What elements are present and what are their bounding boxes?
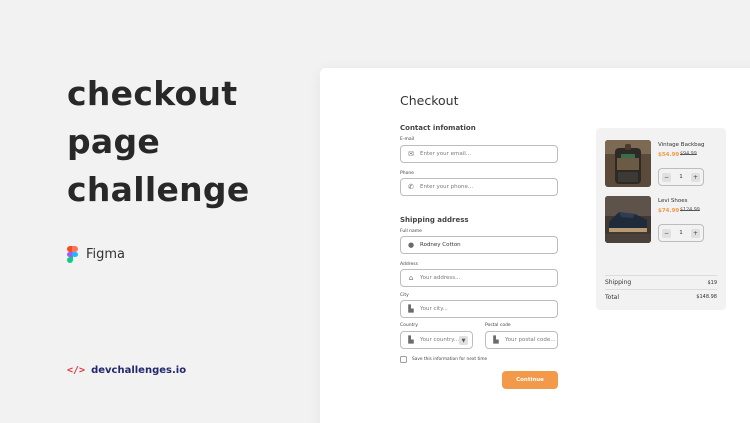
fullname-label: Full name	[400, 229, 422, 234]
address-placeholder: Your address...	[420, 275, 461, 281]
cart-summary: Vintage Backbag $54.99 $94.99 − 1 + Levi…	[596, 128, 726, 310]
phone-icon: ✆	[408, 183, 414, 191]
save-info-label: Save this information for next time	[412, 357, 488, 362]
phone-placeholder: Enter your phone...	[420, 184, 474, 190]
home-icon: ⌂	[408, 274, 414, 282]
address-label: Address	[400, 262, 418, 267]
email-placeholder: Enter your email...	[420, 151, 472, 157]
decrease-button[interactable]: −	[662, 228, 671, 238]
shipping-label: Shipping	[605, 279, 632, 286]
quantity-stepper: − 1 +	[658, 224, 704, 242]
quantity-value: 1	[679, 230, 683, 236]
cart-item: Levi Shoes $74.99 $124.99 − 1 +	[605, 196, 720, 244]
code-icon: </>	[67, 365, 86, 376]
cart-item: Vintage Backbag $54.99 $94.99 − 1 +	[605, 140, 720, 188]
postal-icon: ▙	[493, 336, 499, 344]
phone-field[interactable]: ✆ Enter your phone...	[400, 178, 558, 196]
item-old-price: $94.99	[680, 152, 697, 157]
fullname-field[interactable]: ● Rodney Cotton	[400, 236, 558, 254]
site-label: devchallenges.io	[91, 365, 187, 376]
checkout-card: Checkout Contact infomation E-mail ✉ Ent…	[320, 68, 750, 423]
divider	[605, 275, 717, 276]
postal-field[interactable]: ▙ Your postal code...	[485, 331, 558, 349]
shipping-section-title: Shipping address	[400, 216, 469, 224]
decrease-button[interactable]: −	[662, 172, 671, 182]
promo-title: checkout page challenge	[67, 70, 250, 214]
figma-logo-icon	[67, 246, 78, 263]
continue-button[interactable]: Continue	[502, 371, 558, 389]
city-placeholder: Your city...	[420, 306, 448, 312]
fullname-value: Rodney Cotton	[420, 242, 461, 248]
quantity-value: 1	[679, 174, 683, 180]
backpack-image	[605, 140, 651, 187]
shoes-image	[605, 196, 651, 243]
mail-icon: ✉	[408, 150, 414, 158]
divider	[605, 289, 717, 290]
total-label: Total	[605, 294, 620, 301]
shipping-value: $19	[707, 280, 717, 286]
country-label: Country	[400, 323, 418, 328]
promo-title-line: page	[67, 122, 161, 161]
tool-row: Figma	[67, 246, 126, 263]
item-price: $54.99	[658, 152, 680, 158]
contact-section-title: Contact infomation	[400, 124, 476, 132]
item-name: Vintage Backbag	[658, 142, 705, 148]
increase-button[interactable]: +	[691, 172, 700, 182]
save-info-row[interactable]: Save this information for next time	[400, 356, 487, 363]
page-title: Checkout	[400, 93, 459, 108]
promo-title-line: challenge	[67, 170, 250, 209]
city-icon: ▙	[408, 305, 414, 313]
quantity-stepper: − 1 +	[658, 168, 704, 186]
total-value: $148.98	[696, 294, 717, 300]
chevron-down-icon[interactable]: ▼	[459, 336, 468, 345]
postal-placeholder: Your postal code...	[505, 337, 556, 343]
increase-button[interactable]: +	[691, 228, 700, 238]
country-select[interactable]: ▙ Your country... ▼	[400, 331, 473, 349]
devchallenges-link[interactable]: </> devchallenges.io	[67, 365, 186, 376]
country-placeholder: Your country...	[420, 337, 459, 343]
phone-label: Phone	[400, 171, 414, 176]
item-name: Levi Shoes	[658, 198, 688, 204]
email-label: E-mail	[400, 137, 415, 142]
flag-icon: ▙	[408, 336, 414, 344]
address-field[interactable]: ⌂ Your address...	[400, 269, 558, 287]
save-info-checkbox[interactable]	[400, 356, 407, 363]
city-label: City	[400, 293, 409, 298]
email-field[interactable]: ✉ Enter your email...	[400, 145, 558, 163]
account-icon: ●	[407, 241, 415, 249]
postal-label: Postal code	[485, 323, 511, 328]
city-field[interactable]: ▙ Your city...	[400, 300, 558, 318]
tool-label: Figma	[86, 246, 126, 262]
item-old-price: $124.99	[680, 208, 700, 213]
item-price: $74.99	[658, 208, 680, 214]
promo-title-line: checkout	[67, 74, 238, 113]
